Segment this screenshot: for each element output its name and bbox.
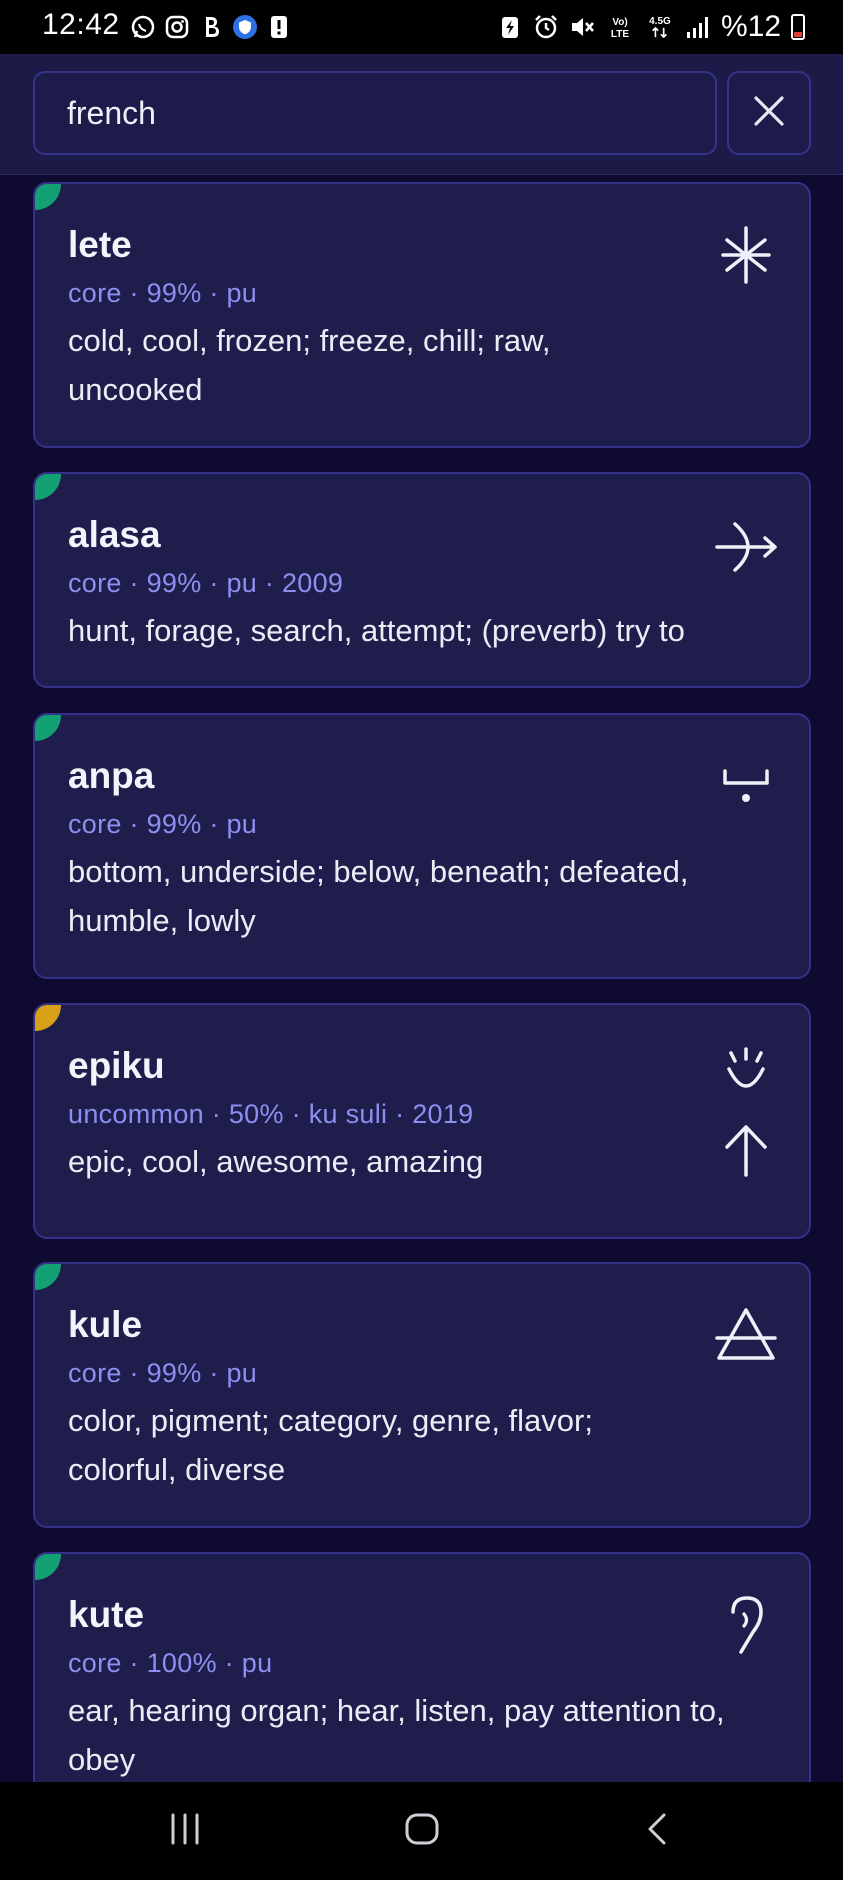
status-time: 12:42: [42, 8, 120, 41]
status-bar: 12:42 Vo) LTE 4.5G %12: [0, 0, 843, 54]
word-definition: epic, cool, awesome, amazing: [68, 1144, 484, 1179]
clear-search-button[interactable]: [727, 71, 811, 155]
notification-icons: [130, 12, 292, 42]
word-definition: ear, hearing organ; hear, listen, pay at…: [68, 1693, 725, 1777]
battery-saver-icon: [497, 14, 523, 40]
word-meta: core · 100% · pu: [68, 1648, 273, 1678]
results-list: lete core · 99% · pu cold, cool, frozen;…: [33, 182, 811, 1782]
kute-glyph-icon: [711, 1590, 781, 1660]
svg-text:Vo): Vo): [612, 17, 627, 28]
search-box: [33, 71, 717, 155]
word-meta: uncommon · 50% · ku suli · 2019: [68, 1099, 474, 1129]
battery-percent: %12: [720, 10, 781, 43]
system-nav-bar: [0, 1782, 843, 1880]
whatsapp-icon: [130, 14, 156, 40]
word-card-lete[interactable]: lete core · 99% · pu cold, cool, frozen;…: [33, 182, 811, 448]
back-button[interactable]: [628, 1806, 688, 1856]
volte-icon: Vo) LTE: [605, 14, 635, 40]
word-title: alasa: [68, 514, 161, 555]
mute-icon: [569, 14, 595, 40]
alarm-icon: [533, 14, 559, 40]
signal-icon: [685, 14, 711, 40]
home-icon: [402, 1811, 442, 1852]
word-card-kute[interactable]: kute core · 100% · pu ear, hearing organ…: [33, 1552, 811, 1782]
kule-glyph-icon: [711, 1300, 781, 1370]
word-definition: hunt, forage, search, attempt; (preverb)…: [68, 613, 685, 648]
recents-button[interactable]: [155, 1806, 215, 1856]
battery-icon: [791, 14, 805, 40]
data-arrows-icon: 4.5G: [645, 14, 675, 40]
alert-icon: [266, 14, 292, 40]
search-input[interactable]: [35, 73, 715, 153]
usage-marker-core: [35, 1264, 61, 1290]
word-card-epiku[interactable]: epiku uncommon · 50% · ku suli · 2019 ep…: [33, 1003, 811, 1239]
word-definition: bottom, underside; below, beneath; defea…: [68, 854, 689, 938]
word-meta: core · 99% · pu: [68, 1358, 258, 1388]
lete-glyph-icon: [711, 220, 781, 290]
usage-marker-core: [35, 474, 61, 500]
network-label: 4.5G: [649, 16, 671, 27]
word-meta: core · 99% · pu: [68, 278, 258, 308]
instagram-icon: [164, 14, 190, 40]
svg-text:LTE: LTE: [611, 29, 629, 40]
word-definition: color, pigment; category, genre, flavor;…: [68, 1403, 593, 1487]
word-title: kule: [68, 1304, 143, 1345]
word-meta: core · 99% · pu · 2009: [68, 568, 344, 598]
search-header: [0, 54, 843, 175]
usage-marker-core: [35, 715, 61, 741]
word-title: epiku: [68, 1045, 165, 1086]
word-card-kule[interactable]: kule core · 99% · pu color, pigment; cat…: [33, 1262, 811, 1528]
word-title: kute: [68, 1594, 145, 1635]
recents-icon: [165, 1811, 205, 1852]
word-meta: core · 99% · pu: [68, 809, 258, 839]
shield-icon: [232, 14, 258, 40]
close-icon: [751, 93, 787, 134]
word-definition: cold, cool, frozen; freeze, chill; raw, …: [68, 323, 551, 407]
word-card-alasa[interactable]: alasa core · 99% · pu · 2009 hunt, forag…: [33, 472, 811, 688]
usage-marker-core: [35, 1554, 61, 1580]
anpa-glyph-icon: [711, 751, 781, 821]
epiku-glyph-icon: [711, 1041, 781, 1191]
usage-marker-core: [35, 184, 61, 210]
alasa-glyph-icon: [711, 512, 781, 582]
system-icons: Vo) LTE 4.5G %12: [497, 10, 805, 44]
usage-marker-uncommon: [35, 1005, 61, 1031]
word-title: lete: [68, 224, 132, 265]
home-button[interactable]: [392, 1806, 452, 1856]
back-icon: [638, 1811, 678, 1852]
word-card-anpa[interactable]: anpa core · 99% · pu bottom, underside; …: [33, 713, 811, 979]
word-title: anpa: [68, 755, 155, 796]
b-icon: [198, 14, 224, 40]
